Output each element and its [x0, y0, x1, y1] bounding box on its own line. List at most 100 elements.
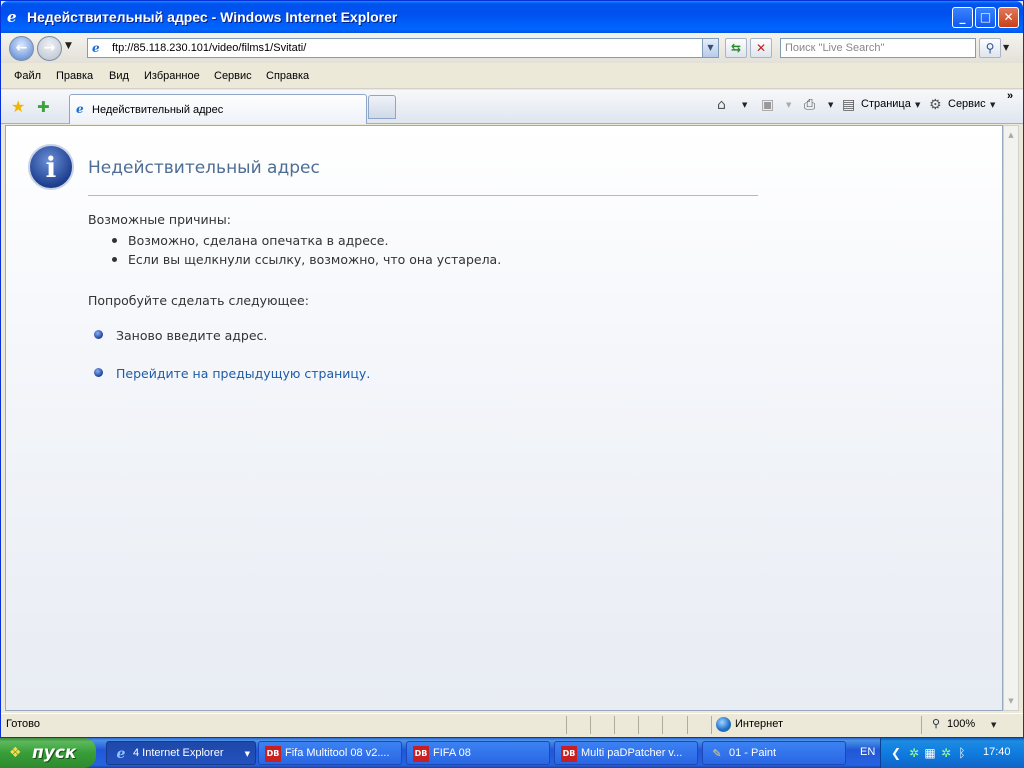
- clock[interactable]: 17:40: [983, 746, 1011, 758]
- rss-dropdown[interactable]: ▼: [786, 101, 791, 109]
- zoom-icon: ⚲: [932, 717, 941, 730]
- bullet-icon: [94, 368, 103, 377]
- search-button[interactable]: ⚲: [979, 38, 1001, 58]
- tools-menu-button[interactable]: Сервис: [948, 98, 986, 110]
- menu-edit[interactable]: Правка: [56, 70, 93, 82]
- page-icon: e: [76, 102, 84, 116]
- scroll-up-icon[interactable]: ▲: [1004, 128, 1018, 142]
- taskbar-item-fifa-multitool[interactable]: DB Fifa Multitool 08 v2....: [258, 741, 402, 765]
- maximize-button[interactable]: □: [975, 7, 996, 28]
- reason-item: Возможно, сделана опечатка в адресе.: [128, 233, 389, 248]
- search-options-dropdown[interactable]: ▼: [1003, 43, 1009, 52]
- globe-icon: [716, 717, 731, 732]
- status-divider: [662, 716, 663, 734]
- menu-favorites[interactable]: Избранное: [144, 70, 200, 82]
- stop-button[interactable]: ✕: [750, 38, 772, 58]
- scroll-down-icon[interactable]: ▼: [1004, 694, 1018, 708]
- network-icon[interactable]: ▦: [923, 746, 937, 760]
- app-icon: DB: [265, 746, 281, 762]
- tools-menu-dropdown[interactable]: ▼: [990, 101, 995, 109]
- status-divider: [687, 716, 688, 734]
- search-input[interactable]: Поиск "Live Search": [785, 42, 884, 54]
- page-menu-button[interactable]: Страница: [861, 98, 911, 110]
- home-icon[interactable]: ⌂: [717, 97, 726, 113]
- command-bar: ★ ✚ e Недействительный адрес ⌂ ▼ ▣ ▼ ⎙ ▼…: [1, 90, 1023, 124]
- action-retype-address: Заново введите адрес.: [116, 328, 268, 343]
- zoom-level[interactable]: 100%: [947, 718, 975, 730]
- home-dropdown[interactable]: ▼: [742, 101, 747, 109]
- address-bar[interactable]: e ftp://85.118.230.101/video/films1/Svit…: [87, 38, 719, 58]
- chevron-down-icon: ▼: [244, 750, 250, 758]
- status-divider: [590, 716, 591, 734]
- arrow-left-icon: ←: [15, 40, 28, 56]
- ie-logo-icon: e: [7, 8, 17, 26]
- taskbar-item-fifa-08[interactable]: DB FIFA 08: [406, 741, 550, 765]
- close-button[interactable]: ✕: [998, 7, 1019, 28]
- add-favorites-icon[interactable]: ✚: [37, 98, 55, 116]
- status-divider: [921, 716, 922, 734]
- taskbar-item-paint[interactable]: ✎ 01 - Paint: [702, 741, 846, 765]
- menu-view[interactable]: Вид: [109, 70, 129, 82]
- taskbar-item-padpatcher[interactable]: DB Multi paDPatcher v...: [554, 741, 698, 765]
- tab-current[interactable]: e Недействительный адрес: [69, 94, 367, 124]
- tray-app-icon[interactable]: ✲: [907, 746, 921, 760]
- status-bar: Готово Интернет ⚲ 100% ▼: [1, 713, 1023, 735]
- list-bullet: [112, 238, 117, 243]
- reasons-heading: Возможные причины:: [88, 212, 231, 227]
- print-dropdown[interactable]: ▼: [828, 101, 833, 109]
- tray-app-icon[interactable]: ✲: [939, 746, 953, 760]
- navigation-bar: ← → ▼ e ftp://85.118.230.101/video/films…: [1, 33, 1023, 63]
- windows-logo-icon: ❖: [9, 745, 22, 761]
- refresh-button[interactable]: ⇆: [725, 38, 747, 58]
- status-divider: [614, 716, 615, 734]
- print-icon[interactable]: ⎙: [804, 97, 815, 113]
- zoom-dropdown[interactable]: ▼: [991, 721, 996, 729]
- rss-feed-icon[interactable]: ▣: [761, 97, 774, 113]
- taskbar-item-internet-explorer[interactable]: e 4 Internet Explorer ▼: [106, 741, 256, 765]
- more-commands-chevron[interactable]: »: [1007, 90, 1013, 102]
- security-zone[interactable]: Интернет: [735, 718, 783, 730]
- system-tray: ❮ ✲ ▦ ✲ ᛒ 17:40: [880, 738, 1024, 768]
- refresh-icon: ⇆: [730, 41, 742, 55]
- info-icon: i: [28, 144, 74, 190]
- menu-file[interactable]: Файл: [14, 70, 41, 82]
- new-tab-button[interactable]: [368, 95, 396, 119]
- search-box[interactable]: Поиск "Live Search": [780, 38, 976, 58]
- list-bullet: [112, 257, 117, 262]
- reason-item: Если вы щелкнули ссылку, возможно, что о…: [128, 252, 502, 267]
- go-back-link[interactable]: Перейдите на предыдущую страницу.: [116, 366, 370, 381]
- title-bar[interactable]: e Недействительный адрес - Windows Inter…: [1, 1, 1023, 33]
- status-divider: [638, 716, 639, 734]
- minimize-button[interactable]: _: [952, 7, 973, 28]
- start-label: пуск: [32, 743, 77, 763]
- try-heading: Попробуйте сделать следующее:: [88, 293, 309, 308]
- language-indicator[interactable]: EN: [860, 746, 875, 758]
- bluetooth-icon[interactable]: ᛒ: [955, 746, 969, 760]
- menu-tools[interactable]: Сервис: [214, 70, 252, 82]
- address-dropdown[interactable]: ▼: [702, 39, 718, 57]
- ie-logo-icon: e: [116, 746, 126, 762]
- forward-button[interactable]: →: [37, 36, 62, 61]
- bullet-icon: [94, 330, 103, 339]
- page-icon: e: [92, 41, 100, 55]
- show-hidden-icons-icon[interactable]: ❮: [889, 746, 903, 760]
- page-menu-dropdown[interactable]: ▼: [915, 101, 920, 109]
- status-divider: [711, 716, 712, 734]
- recent-pages-dropdown[interactable]: ▼: [65, 41, 77, 55]
- taskbar: ❖ пуск e 4 Internet Explorer ▼ DB Fifa M…: [0, 738, 1024, 768]
- favorites-center-icon[interactable]: ★: [11, 98, 29, 116]
- taskbar-item-label: 01 - Paint: [729, 747, 777, 759]
- chevron-down-icon: ▼: [65, 41, 72, 51]
- ie-window: e Недействительный адрес - Windows Inter…: [0, 0, 1024, 738]
- taskbar-item-label: FIFA 08: [433, 747, 471, 759]
- address-input[interactable]: ftp://85.118.230.101/video/films1/Svitat…: [112, 42, 306, 54]
- page-menu-icon: ▤: [842, 97, 856, 113]
- stop-icon: ✕: [755, 41, 767, 55]
- app-icon: DB: [561, 746, 577, 762]
- vertical-scrollbar[interactable]: ▲ ▼: [1003, 125, 1019, 711]
- window-title: Недействительный адрес - Windows Interne…: [27, 9, 398, 25]
- start-button[interactable]: ❖ пуск: [0, 738, 96, 768]
- status-divider: [566, 716, 567, 734]
- menu-help[interactable]: Справка: [266, 70, 309, 82]
- back-button[interactable]: ←: [9, 36, 34, 61]
